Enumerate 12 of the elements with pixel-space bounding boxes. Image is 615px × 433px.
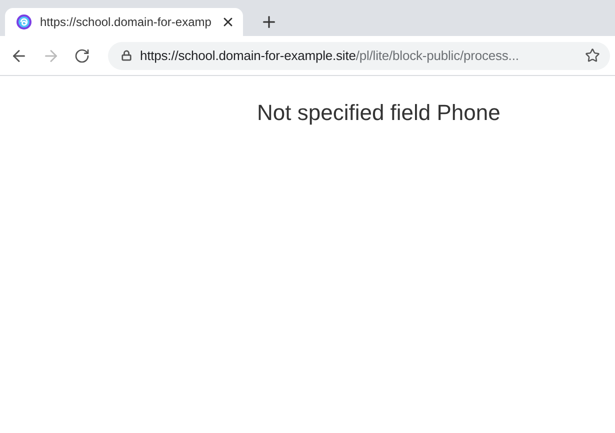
bookmark-star-icon[interactable] bbox=[585, 48, 600, 63]
tab-title: https://school.domain-for-examp bbox=[40, 14, 212, 31]
spiral-icon bbox=[16, 14, 32, 30]
url-path-text: /pl/lite/block-public/process... bbox=[356, 48, 519, 63]
url-host-text: https://school.domain-for-example.site bbox=[140, 48, 356, 63]
address-bar[interactable]: https://school.domain-for-example.site/pl/lite/block-public/process... bbox=[108, 42, 610, 70]
page-heading: Not specified field Phone bbox=[257, 99, 502, 127]
browser-tab[interactable]: https://school.domain-for-examp bbox=[5, 8, 243, 36]
lock-icon bbox=[121, 50, 132, 61]
close-icon[interactable] bbox=[221, 15, 235, 29]
reload-icon[interactable] bbox=[74, 48, 90, 64]
new-tab-icon[interactable] bbox=[260, 13, 278, 31]
